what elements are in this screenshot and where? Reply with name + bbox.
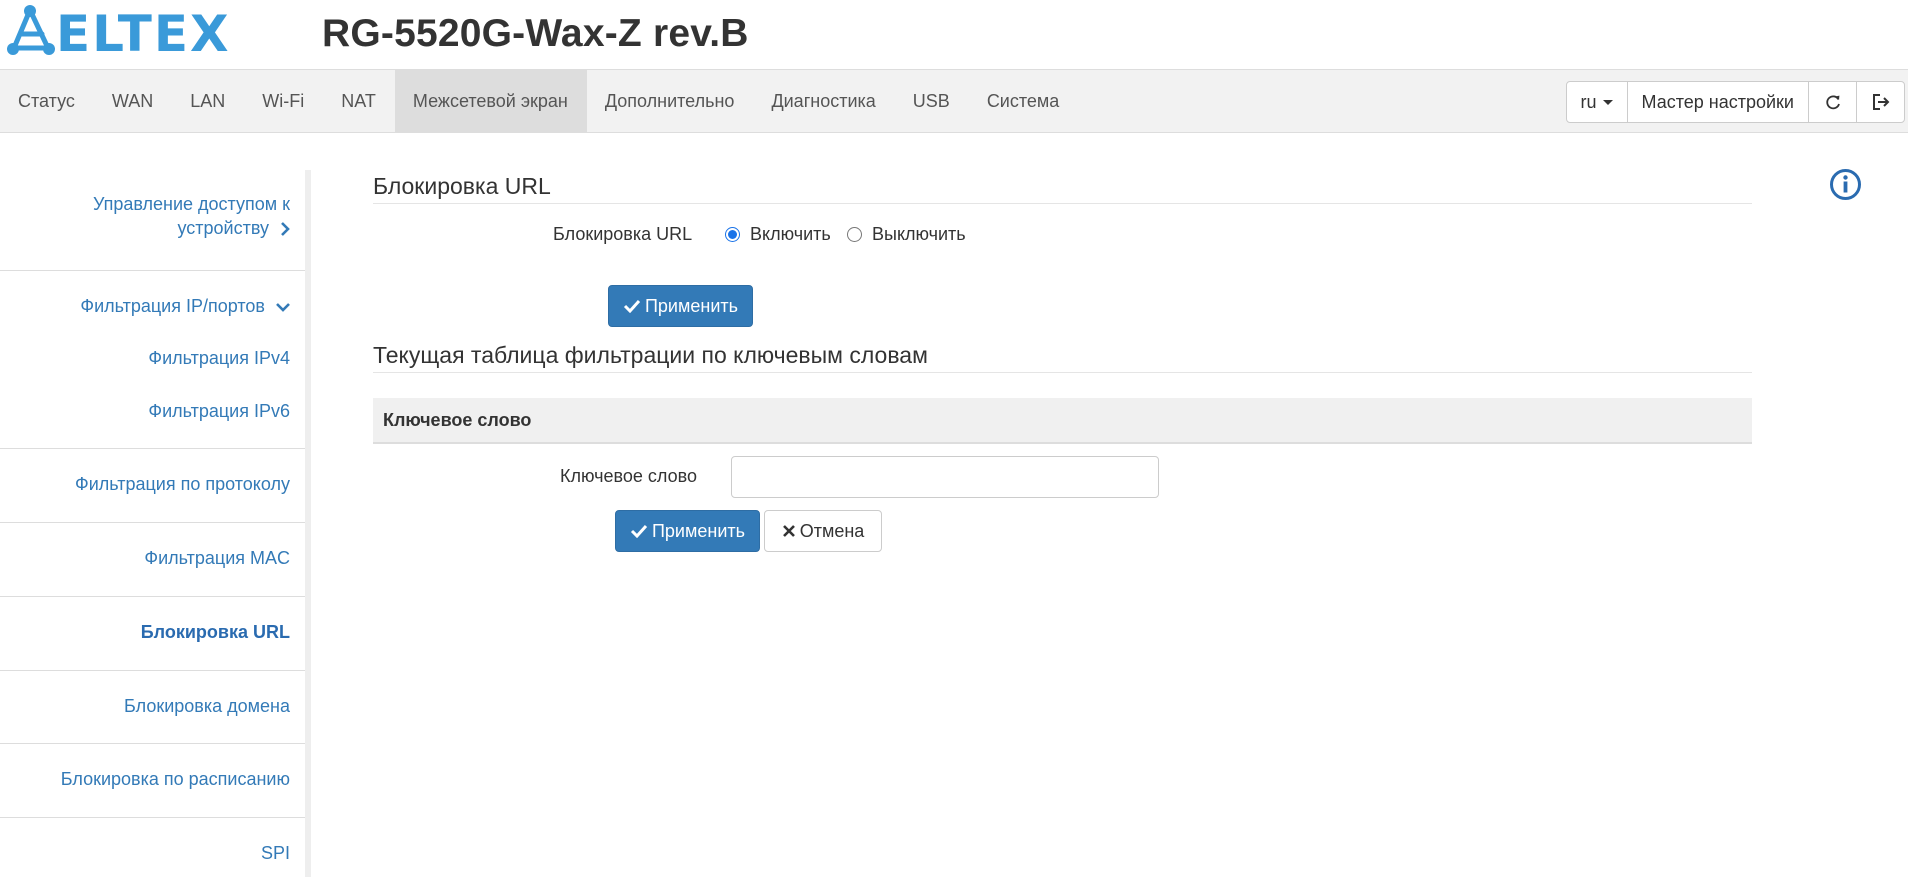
section-title-url-block: Блокировка URL (373, 173, 551, 199)
sidebar-item-domain-block[interactable]: Блокировка домена (0, 694, 305, 718)
apply-keyword-button-label: Применить (651, 520, 745, 541)
info-icon[interactable] (1829, 168, 1862, 201)
language-dropdown[interactable]: ru (1565, 81, 1628, 123)
cancel-button[interactable]: Отмена (764, 510, 882, 552)
setup-wizard-label: Мастер настройки (1641, 92, 1794, 112)
sidebar-item-label: Фильтрация по протоколу (75, 474, 290, 494)
divider (0, 270, 305, 271)
sidebar-item-label: Управление доступом к (92, 194, 290, 214)
tab-9[interactable]: Система (969, 70, 1079, 133)
refresh-button[interactable] (1808, 81, 1857, 123)
sidebar-item-label: Фильтрация IPv4 (148, 348, 290, 368)
chevron-down-icon (276, 303, 290, 313)
sidebar-item-schedule-block[interactable]: Блокировка по расписанию (0, 767, 305, 791)
divider (0, 522, 305, 523)
keyword-input[interactable] (731, 456, 1159, 498)
url-block-disable-radio[interactable] (847, 227, 862, 242)
tab-6[interactable]: Дополнительно (587, 70, 754, 133)
sidebar-item-label: устройству (177, 218, 269, 238)
apply-button-label: Применить (644, 295, 738, 316)
keyword-label: Ключевое слово (560, 466, 697, 486)
url-block-enable-radio[interactable] (725, 227, 740, 242)
logout-button[interactable] (1856, 81, 1905, 123)
sidebar-item-ip-port-filter[interactable]: Фильтрация IP/портов (0, 294, 305, 318)
divider (0, 448, 305, 449)
section-title-keyword-table: Текущая таблица фильтрации по ключевым с… (373, 342, 928, 368)
divider (0, 817, 305, 818)
sidebar-item-label: Блокировка домена (124, 696, 290, 716)
refresh-icon (1825, 95, 1840, 110)
main-tabs: Статус WAN LAN Wi-Fi NAT Межсетевой экран Допо… (0, 70, 1078, 133)
setup-wizard-button[interactable]: Мастер настройки (1626, 81, 1809, 123)
sidebar-item-label: Блокировка URL (140, 622, 290, 642)
tab-4[interactable]: NAT (323, 70, 395, 133)
apply-keyword-button[interactable]: Применить (615, 510, 760, 552)
divider (373, 203, 1752, 204)
cancel-button-label: Отмена (799, 520, 865, 541)
top-navigation: Статус WAN LAN Wi-Fi NAT Межсетевой экран Допо… (0, 69, 1908, 133)
url-block-enable-label[interactable]: Включить (750, 224, 831, 245)
sidebar-item-url-block[interactable]: Блокировка URL (0, 620, 305, 644)
eltex-logo[interactable]: ELTEX (4, 4, 252, 60)
check-icon (623, 299, 641, 313)
sidebar-item-ipv6-filter[interactable]: Фильтрация IPv6 (0, 399, 305, 423)
sidebar-item-mac-filter[interactable]: Фильтрация MAC (0, 546, 305, 570)
divider (0, 743, 305, 744)
language-label: ru (1580, 92, 1597, 112)
tab-0[interactable]: Статус (0, 70, 94, 133)
keyword-table-header: Ключевое слово (373, 398, 1752, 444)
tab-1[interactable]: WAN (94, 70, 172, 133)
tab-8[interactable]: USB (895, 70, 969, 133)
sidebar-item-label: Фильтрация MAC (144, 548, 290, 568)
header: ELTEX RG-5520G-Wax-Z rev.B (0, 0, 1908, 69)
divider (0, 670, 305, 671)
url-block-label: Блокировка URL (553, 224, 693, 244)
logout-icon (1872, 94, 1889, 110)
sidebar-item-ipv4-filter[interactable]: Фильтрация IPv4 (0, 346, 305, 370)
sidebar-item-label: Фильтрация IPv6 (148, 401, 290, 421)
tab-7[interactable]: Диагностика (753, 70, 894, 133)
divider (0, 596, 305, 597)
brand-text: ELTEX (56, 5, 231, 60)
keyword-column-header: Ключевое слово (383, 410, 532, 430)
apply-button[interactable]: Применить (608, 285, 753, 327)
sidebar-item-protocol-filter[interactable]: Фильтрация по протоколу (0, 472, 305, 496)
check-icon (630, 524, 648, 538)
close-icon (782, 525, 795, 537)
caret-down-icon (1602, 99, 1613, 105)
top-right-controls: ru Мастер настройки (1565, 81, 1905, 123)
tab-2[interactable]: LAN (172, 70, 244, 133)
sidebar-item-label: Блокировка по расписанию (60, 769, 290, 789)
sidebar-item-spi[interactable]: SPI (0, 841, 305, 865)
sidebar-item-label: SPI (260, 843, 290, 863)
url-block-disable-label[interactable]: Выключить (872, 224, 966, 245)
sidebar: Управление доступом к устройству Фильтра… (0, 170, 311, 877)
sidebar-item-label: Фильтрация IP/портов (80, 296, 265, 316)
tab-5[interactable]: Межсетевой экран (394, 70, 587, 133)
divider (373, 372, 1752, 373)
sidebar-item-device-access[interactable]: Управление доступом к устройству (0, 192, 305, 240)
device-title: RG-5520G-Wax-Z rev.B (322, 12, 749, 55)
chevron-right-icon (281, 222, 290, 237)
tab-3[interactable]: Wi-Fi (244, 70, 323, 133)
